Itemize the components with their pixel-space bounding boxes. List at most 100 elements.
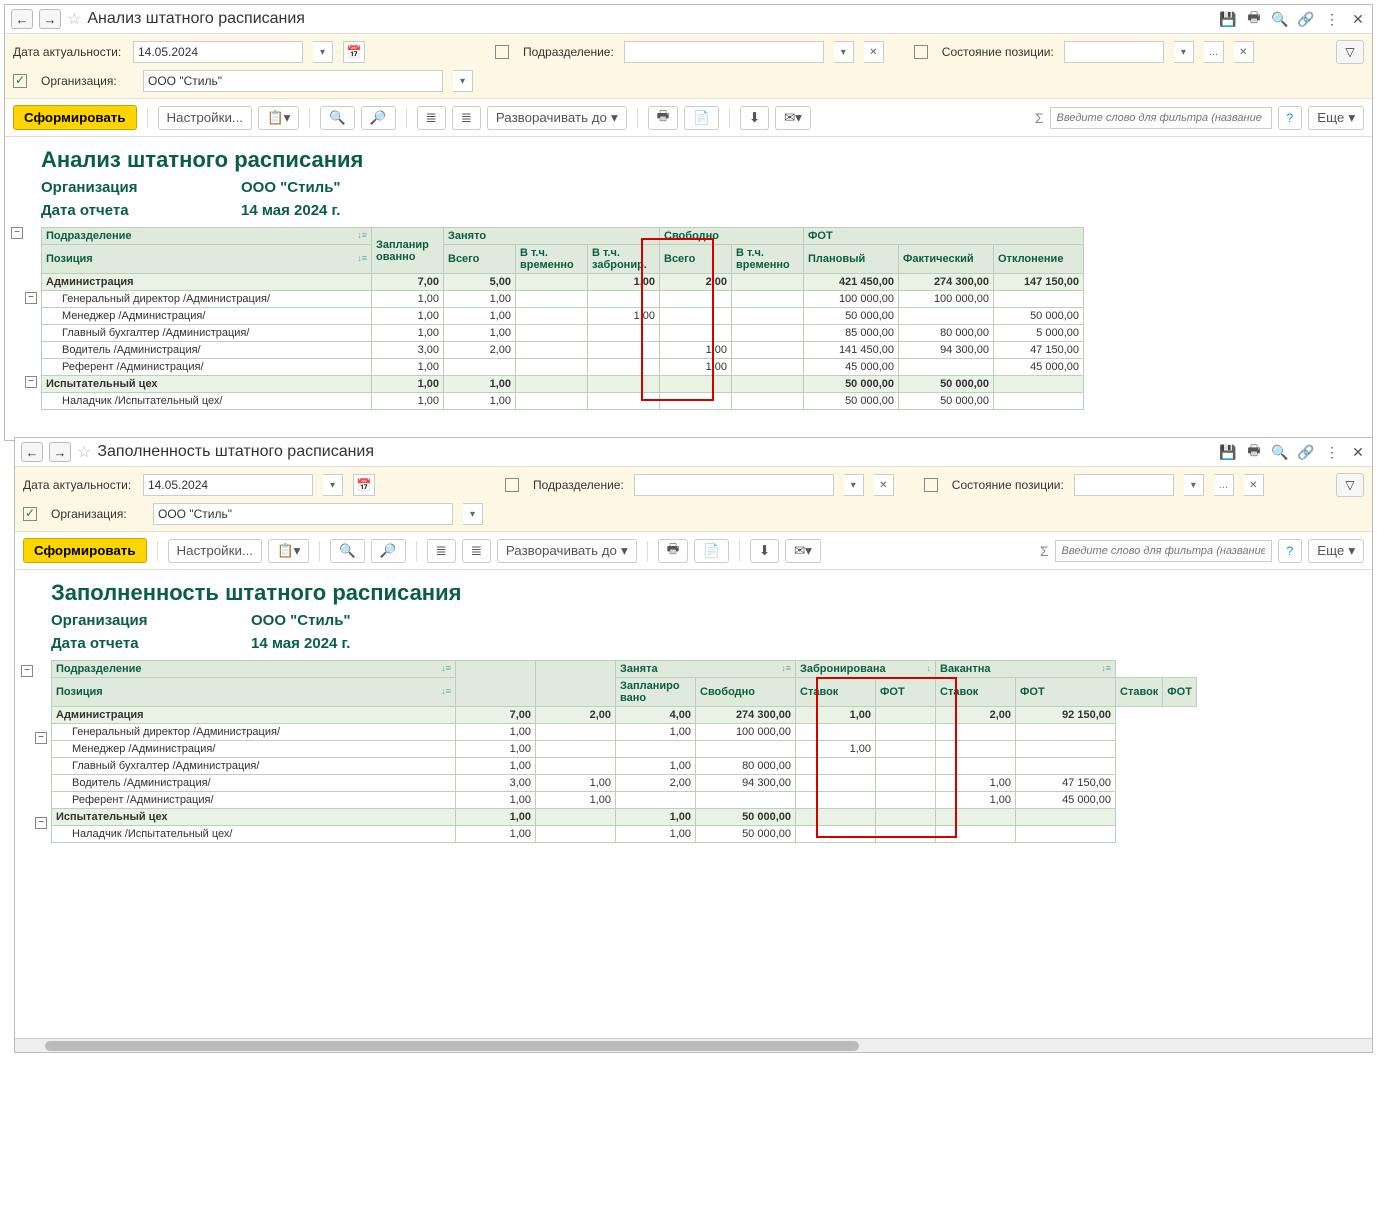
close-icon[interactable]: ✕ (1350, 444, 1366, 460)
funnel-button[interactable]: ▽ (1336, 473, 1364, 497)
collapse-icon[interactable]: ≣ (452, 106, 481, 130)
unit-checkbox[interactable] (505, 478, 519, 492)
filter-search[interactable] (1055, 540, 1272, 562)
save-icon[interactable]: 💾 (1220, 444, 1236, 460)
help-icon[interactable]: ? (1278, 539, 1303, 563)
more-button[interactable]: Еще ▾ (1308, 106, 1364, 130)
close-icon[interactable]: ✕ (1350, 11, 1366, 27)
tree-toggle[interactable]: − (35, 817, 47, 829)
table-row[interactable]: Менеджер /Администрация/1,001,00 (52, 741, 1197, 758)
email-button[interactable]: ✉▾ (775, 106, 811, 130)
funnel-button[interactable]: ▽ (1336, 40, 1364, 64)
print-icon[interactable]: 🖶 (1246, 444, 1262, 460)
table-row[interactable]: Водитель /Администрация/3,002,001,00141 … (42, 342, 1084, 359)
clear-icon[interactable]: ✕ (874, 474, 894, 496)
help-icon[interactable]: ? (1278, 106, 1303, 130)
toolbar: Сформировать Настройки... 📋▾ 🔍 🔎 ≣ ≣ Раз… (5, 99, 1372, 137)
find-next-icon[interactable]: 🔎 (371, 539, 406, 563)
more-button[interactable]: Еще ▾ (1308, 539, 1364, 563)
horizontal-scrollbar[interactable] (15, 1038, 1372, 1052)
table-row[interactable]: Менеджер /Администрация/1,001,001,0050 0… (42, 308, 1084, 325)
print-button[interactable]: 🖶 (648, 106, 679, 130)
table-row[interactable]: Испытательный цех1,001,0050 000,0050 000… (42, 376, 1084, 393)
tree-toggle[interactable]: − (11, 227, 23, 239)
preview-icon[interactable]: 🔍 (1272, 11, 1288, 27)
meta-date-label: Дата отчета (41, 202, 241, 219)
nav-forward-button[interactable]: → (39, 9, 61, 29)
sigma-icon[interactable]: Σ (1035, 110, 1044, 126)
clear-icon[interactable]: ✕ (1244, 474, 1264, 496)
find-icon[interactable]: 🔍 (320, 106, 355, 130)
table-row[interactable]: Главный бухгалтер /Администрация/1,001,0… (52, 758, 1197, 775)
table-row[interactable]: Водитель /Администрация/3,001,002,0094 3… (52, 775, 1197, 792)
generate-button[interactable]: Сформировать (23, 538, 147, 563)
print-button[interactable]: 🖶 (658, 539, 689, 563)
org-checkbox[interactable] (23, 507, 37, 521)
print-icon[interactable]: 🖶 (1246, 11, 1262, 27)
table-row[interactable]: Администрация7,002,004,00274 300,001,002… (52, 707, 1197, 724)
filter-unit-input[interactable] (634, 474, 834, 496)
kebab-icon[interactable]: ⋮ (1324, 444, 1340, 460)
filter-search[interactable] (1050, 107, 1272, 129)
table-row[interactable]: Генеральный директор /Администрация/1,00… (52, 724, 1197, 741)
save-icon[interactable]: 💾 (1220, 11, 1236, 27)
find-next-icon[interactable]: 🔎 (361, 106, 396, 130)
table-row[interactable]: Наладчик /Испытательный цех/1,001,0050 0… (52, 826, 1197, 843)
print-preview-button[interactable]: 📄 (694, 539, 729, 563)
table-row[interactable]: Главный бухгалтер /Администрация/1,001,0… (42, 325, 1084, 342)
copy-settings-icon[interactable]: 📋▾ (268, 539, 309, 563)
link-icon[interactable]: 🔗 (1298, 11, 1314, 27)
calendar-button[interactable]: 📅 (343, 41, 365, 63)
expand-level-button[interactable]: Разворачивать до ▾ (497, 539, 637, 563)
filter-unit-input[interactable] (624, 41, 824, 63)
find-icon[interactable]: 🔍 (330, 539, 365, 563)
clear-icon[interactable]: ✕ (1234, 41, 1254, 63)
filter-state-input[interactable] (1064, 41, 1164, 63)
calendar-button[interactable]: 📅 (353, 474, 375, 496)
filter-org-input[interactable]: ООО "Стиль" (153, 503, 453, 525)
sigma-icon[interactable]: Σ (1040, 543, 1049, 559)
date-dropdown-icon[interactable]: ▾ (313, 41, 333, 63)
kebab-icon[interactable]: ⋮ (1324, 11, 1340, 27)
copy-settings-icon[interactable]: 📋▾ (258, 106, 299, 130)
filter-date-input[interactable]: 14.05.2024 (133, 41, 303, 63)
table-row[interactable]: Испытательный цех1,001,0050 000,00 (52, 809, 1197, 826)
tree-toggle[interactable]: − (35, 732, 47, 744)
tree-toggle[interactable]: − (25, 292, 37, 304)
expand-icon[interactable]: ≣ (417, 106, 446, 130)
window-title: Заполненность штатного расписания (97, 443, 1214, 461)
state-checkbox[interactable] (924, 478, 938, 492)
save-button[interactable]: ⬇ (750, 539, 779, 563)
link-icon[interactable]: 🔗 (1298, 444, 1314, 460)
table-row[interactable]: Генеральный директор /Администрация/1,00… (42, 291, 1084, 308)
clear-icon[interactable]: ✕ (864, 41, 884, 63)
filter-date-input[interactable]: 14.05.2024 (143, 474, 313, 496)
state-checkbox[interactable] (914, 45, 928, 59)
print-preview-button[interactable]: 📄 (684, 106, 719, 130)
filter-org-input[interactable]: ООО "Стиль" (143, 70, 443, 92)
table-row[interactable]: Наладчик /Испытательный цех/1,001,0050 0… (42, 393, 1084, 410)
nav-back-button[interactable]: ← (11, 9, 33, 29)
report-area: Анализ штатного расписания ОрганизацияОО… (5, 137, 1372, 440)
settings-button[interactable]: Настройки... (168, 539, 262, 563)
expand-level-button[interactable]: Разворачивать до ▾ (487, 106, 627, 130)
expand-icon[interactable]: ≣ (427, 539, 456, 563)
nav-forward-button[interactable]: → (49, 442, 71, 462)
table-row[interactable]: Референт /Администрация/1,001,0045 000,0… (42, 359, 1084, 376)
tree-toggle[interactable]: − (25, 376, 37, 388)
collapse-icon[interactable]: ≣ (462, 539, 491, 563)
save-button[interactable]: ⬇ (740, 106, 769, 130)
preview-icon[interactable]: 🔍 (1272, 444, 1288, 460)
table-row[interactable]: Администрация7,005,001,002,00421 450,002… (42, 274, 1084, 291)
org-checkbox[interactable] (13, 74, 27, 88)
generate-button[interactable]: Сформировать (13, 105, 137, 130)
filter-state-input[interactable] (1074, 474, 1174, 496)
star-icon[interactable]: ☆ (77, 442, 91, 462)
tree-toggle[interactable]: − (21, 665, 33, 677)
settings-button[interactable]: Настройки... (158, 106, 252, 130)
unit-checkbox[interactable] (495, 45, 509, 59)
nav-back-button[interactable]: ← (21, 442, 43, 462)
star-icon[interactable]: ☆ (67, 9, 81, 29)
email-button[interactable]: ✉▾ (785, 539, 821, 563)
table-row[interactable]: Референт /Администрация/1,001,001,0045 0… (52, 792, 1197, 809)
